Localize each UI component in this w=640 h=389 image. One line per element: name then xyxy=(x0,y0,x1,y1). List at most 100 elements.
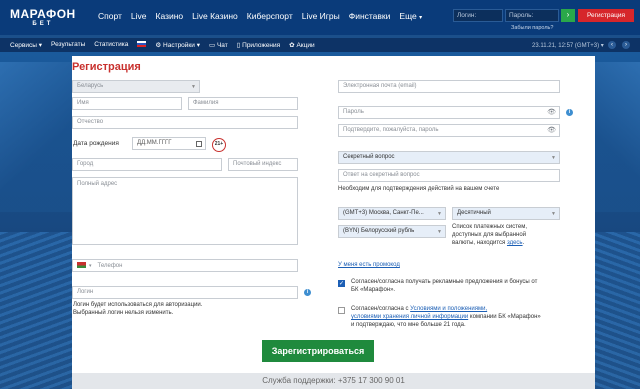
phone-field[interactable]: ▾ Телефон xyxy=(72,259,298,272)
odds-format-select[interactable]: Десятичный ▼ xyxy=(452,207,560,220)
subnav-promos[interactable]: ✿ Акции xyxy=(289,41,314,49)
chevron-down-icon: ▼ xyxy=(191,84,196,90)
register-button[interactable]: Регистрация xyxy=(578,9,634,22)
odds-format-value: Десятичный xyxy=(457,210,491,216)
subnav-apps-label: Приложения xyxy=(242,42,281,49)
subnav-chat[interactable]: ▭ Чат xyxy=(209,41,228,49)
nav-item-live-games[interactable]: Live Игры xyxy=(302,11,340,21)
currency-select[interactable]: (BYN) Белорусский рубль ▼ xyxy=(338,225,446,238)
privacy-link[interactable]: условиями хранения личной информации xyxy=(351,314,468,320)
gift-icon: ✿ xyxy=(289,42,295,49)
subnav-statistics[interactable]: Статистика xyxy=(94,41,128,49)
secret-note: Необходим для подтверждения действий на … xyxy=(338,186,500,192)
ads-consent-line-2: БК «Марафон». xyxy=(351,287,396,293)
datetime-display: 23.11.21, 12:57 (GMT+3) ▾ xyxy=(532,42,604,49)
chevron-down-icon: ▼ xyxy=(551,155,556,161)
nav-item-more-label: Еще xyxy=(399,11,417,21)
login-input[interactable]: Логин: xyxy=(453,9,503,22)
login-submit-button[interactable]: › xyxy=(561,9,575,22)
login-hint-2: Выбранный логин нельзя изменить. xyxy=(73,310,174,316)
brand-logo[interactable]: МАРАФОН БЕТ xyxy=(10,8,76,27)
country-select-value: Беларусь xyxy=(77,83,104,89)
country-select[interactable]: Беларусь ▼ xyxy=(72,80,200,93)
secret-answer-field[interactable]: Ответ на секретный вопрос xyxy=(338,169,560,182)
payment-note-1: Список платежных систем, xyxy=(452,224,528,230)
gear-icon: ⚙ xyxy=(155,42,162,49)
secondary-nav-bar: Сервисы ▾ Результаты Статистика ⚙ Настро… xyxy=(0,38,640,52)
forgot-password-link[interactable]: Забыли пароль? xyxy=(511,25,553,31)
city-field[interactable]: Город xyxy=(72,158,222,171)
terms-link[interactable]: Условиями и положениями, xyxy=(410,306,487,312)
chevron-down-icon: ▾ xyxy=(89,263,92,269)
eye-icon[interactable]: 👁 xyxy=(547,126,556,134)
subnav-results[interactable]: Результаты xyxy=(51,41,85,49)
chevron-down-icon: ▾ xyxy=(38,42,43,49)
phone-icon: ▯ xyxy=(236,42,241,49)
info-icon[interactable]: i xyxy=(304,289,311,296)
datetime-text: 23.11.21, 12:57 (GMT+3) xyxy=(532,43,600,49)
register-submit-button[interactable]: Зарегистрироваться xyxy=(262,340,374,362)
subnav-apps[interactable]: ▯ Приложения xyxy=(237,41,280,49)
terms-consent-line-2: условиями хранения личной информации ком… xyxy=(351,314,541,321)
chevron-down-icon: ▾ xyxy=(196,42,200,49)
subnav-settings[interactable]: ⚙ Настройки ▾ xyxy=(155,41,200,49)
brand-line2: БЕТ xyxy=(32,21,54,27)
info-icon[interactable]: i xyxy=(566,109,573,116)
currency-value: (BYN) Белорусский рубль xyxy=(343,228,415,234)
registration-panel: Регистрация Беларусь ▼ Имя Фамилия Отчест… xyxy=(72,56,595,389)
country-flag-icon[interactable] xyxy=(77,262,86,268)
chevron-down-icon: ▼ xyxy=(437,211,442,217)
nav-item-more[interactable]: Еще ▾ xyxy=(399,11,422,21)
last-name-field[interactable]: Фамилия xyxy=(188,97,298,110)
password-confirm-placeholder: Подтвердите, пожалуйста, пароль xyxy=(343,127,439,133)
brand-line1: МАРАФОН xyxy=(10,7,76,21)
nav-item-live[interactable]: Live xyxy=(131,11,147,21)
subnav-settings-label: Настройки xyxy=(163,42,195,49)
postal-code-field[interactable]: Почтовый индекс xyxy=(228,158,298,171)
ads-consent-checkbox[interactable] xyxy=(338,280,345,287)
top-header: МАРАФОН БЕТ Спорт Live Казино Live Казин… xyxy=(0,0,640,35)
password-confirm-field[interactable]: Подтвердите, пожалуйста, пароль 👁 xyxy=(338,124,560,137)
password-input[interactable]: Пароль: xyxy=(505,9,559,22)
language-flag-icon[interactable] xyxy=(137,41,147,47)
chevron-down-icon[interactable]: ▾ xyxy=(601,43,604,49)
payment-note-3-text: валюты, находится xyxy=(452,240,507,246)
timezone-select[interactable]: (GMT+3) Москва, Санкт-Пе... ▼ xyxy=(338,207,446,220)
eye-icon[interactable]: 👁 xyxy=(547,108,556,116)
payment-note-3: валюты, находится здесь. xyxy=(452,240,525,246)
payment-note-2: доступных для выбранной xyxy=(452,232,527,238)
email-field[interactable]: Электронная почта (email) xyxy=(338,80,560,93)
nav-item-fin-bets[interactable]: Финставки xyxy=(349,11,391,21)
secondary-nav: Сервисы ▾ Результаты Статистика ⚙ Настро… xyxy=(10,41,315,49)
dob-field[interactable]: ДД.ММ.ГГГГ xyxy=(132,137,206,150)
timezone-value: (GMT+3) Москва, Санкт-Пе... xyxy=(343,210,424,216)
terms-consent-line-3: и подтверждаю, что мне больше 21 года. xyxy=(351,322,466,328)
phone-placeholder: Телефон xyxy=(97,263,123,269)
chevron-down-icon: ▾ xyxy=(419,15,423,21)
age-restriction-badge: 21+ xyxy=(212,138,226,152)
main-nav: Спорт Live Казино Live Казино Киберспорт… xyxy=(98,11,422,21)
terms-consent-checkbox[interactable] xyxy=(338,307,345,314)
patronymic-field[interactable]: Отчество xyxy=(72,116,298,129)
payment-systems-link[interactable]: здесь xyxy=(507,240,523,246)
ads-consent-line-1: Согласен/согласна получать рекламные пре… xyxy=(351,279,538,285)
chevron-down-icon: ▼ xyxy=(437,229,442,235)
address-textarea[interactable]: Полный адрес xyxy=(72,177,298,245)
dob-placeholder: ДД.ММ.ГГГГ xyxy=(137,140,172,146)
nav-item-sport[interactable]: Спорт xyxy=(98,11,122,21)
arrow-right-icon[interactable]: › xyxy=(622,41,630,49)
support-phone: Служба поддержки: +375 17 300 90 01 xyxy=(72,373,595,389)
stadium-roof-right xyxy=(594,62,640,212)
secret-question-select[interactable]: Секретный вопрос ▼ xyxy=(338,151,560,164)
first-name-field[interactable]: Имя xyxy=(72,97,182,110)
arrow-left-icon[interactable]: ‹ xyxy=(608,41,616,49)
password-field[interactable]: Пароль 👁 xyxy=(338,106,560,119)
calendar-icon xyxy=(196,141,202,147)
login-field[interactable]: Логин xyxy=(72,286,298,299)
nav-item-casino[interactable]: Казино xyxy=(156,11,184,21)
promo-code-link[interactable]: У меня есть промокод xyxy=(338,262,400,269)
nav-item-live-casino[interactable]: Live Казино xyxy=(192,11,238,21)
terms-text-2: компании БК «Марафон» xyxy=(468,314,541,320)
nav-item-esports[interactable]: Киберспорт xyxy=(247,11,293,21)
subnav-services[interactable]: Сервисы ▾ xyxy=(10,41,42,49)
